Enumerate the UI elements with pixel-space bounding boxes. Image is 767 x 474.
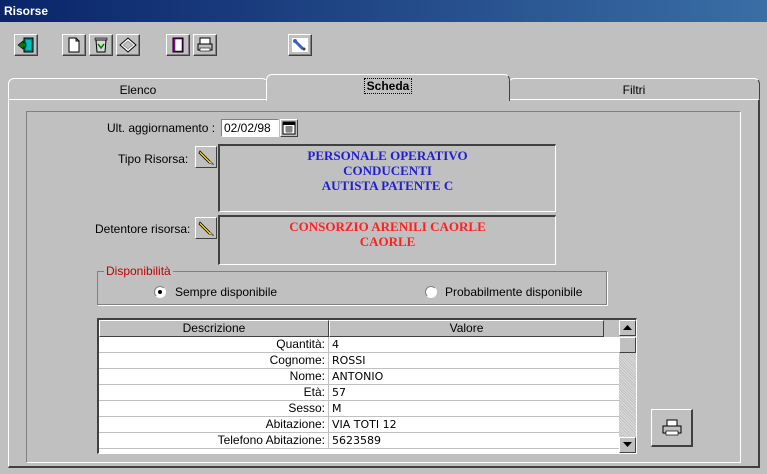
table-row[interactable]: Quantità: 4 [99, 337, 636, 353]
table-row[interactable]: Abitazione: VIA TOTI 12 [99, 417, 636, 433]
exit-button[interactable] [14, 34, 38, 56]
edit-tipo-button[interactable] [195, 146, 217, 168]
table-row[interactable]: Telefono Abitazione: 5623589 [99, 433, 636, 449]
detentore-box: CONSORZIO ARENILI CAORLE CAORLE [218, 215, 556, 265]
tipo-risorsa-label: Tipo Risorsa: [118, 152, 189, 166]
last-update-field[interactable]: 02/02/98 [221, 119, 279, 137]
cell-valore[interactable]: ANTONIO [329, 369, 603, 384]
book-button[interactable] [166, 34, 190, 56]
last-update-label: Ult. aggiornamento : [107, 121, 216, 135]
tools-button[interactable] [288, 34, 312, 56]
sempre-disponibile-label: Sempre disponibile [175, 285, 278, 299]
header-valore[interactable]: Valore [329, 320, 604, 337]
cell-descrizione: Telefono Abitazione: [99, 433, 329, 448]
clear-button[interactable] [116, 34, 140, 56]
calendar-icon [282, 121, 296, 135]
details-grid[interactable]: Descrizione Valore Quantità: 4 Cognome: … [97, 318, 637, 454]
arrow-down-icon [623, 442, 632, 447]
cell-descrizione: Età: [99, 385, 329, 400]
edit-detentore-button[interactable] [195, 217, 217, 239]
cell-descrizione: Quantità: [99, 337, 329, 352]
cell-valore[interactable]: 5623589 [329, 433, 603, 448]
print-details-button[interactable] [651, 409, 693, 447]
cell-valore[interactable]: ROSSI [329, 353, 603, 368]
detentore-line-2: CAORLE [359, 234, 416, 249]
header-descrizione[interactable]: Descrizione [99, 320, 329, 337]
probabilmente-disponibile-label: Probabilmente disponibile [445, 285, 583, 299]
tipo-line-3: AUTISTA PATENTE C [321, 178, 454, 193]
radio-probabilmente-disponibile[interactable] [425, 286, 437, 298]
cell-descrizione: Nome: [99, 369, 329, 384]
grid-vertical-scrollbar[interactable] [619, 320, 636, 453]
table-row[interactable]: Sesso: M [99, 401, 636, 417]
tab-elenco[interactable]: Elenco [8, 78, 268, 100]
availability-group: Disponibilità Sempre disponibile Probabi… [97, 264, 607, 305]
cell-descrizione: Abitazione: [99, 417, 329, 432]
cell-descrizione: Cognome: [99, 353, 329, 368]
exit-door-icon [17, 37, 34, 53]
new-document-icon [68, 37, 80, 53]
tab-scheda-label: Scheda [363, 78, 413, 94]
scroll-thumb[interactable] [619, 337, 636, 353]
radio-sempre-disponibile[interactable] [154, 286, 166, 298]
table-row[interactable]: Nome: ANTONIO [99, 369, 636, 385]
detentore-label: Detentore risorsa: [95, 222, 191, 236]
eraser-icon [119, 37, 137, 53]
print-button[interactable] [193, 34, 217, 56]
table-row[interactable]: Età: 57 [99, 385, 636, 401]
scroll-up-button[interactable] [619, 320, 636, 336]
tab-elenco-label: Elenco [119, 83, 157, 97]
recycle-bin-icon [94, 37, 108, 53]
tipo-line-1: PERSONALE OPERATIVO [307, 148, 468, 163]
calendar-button[interactable] [280, 119, 298, 137]
printer-icon [197, 37, 213, 52]
cell-valore[interactable]: M [329, 401, 603, 416]
availability-legend: Disponibilità [104, 264, 173, 278]
tab-filtri-label: Filtri [622, 83, 646, 97]
tipo-line-2: CONDUCENTI [343, 163, 432, 178]
tools-icon [292, 38, 308, 52]
cell-valore[interactable]: 4 [329, 337, 603, 352]
new-button[interactable] [62, 34, 86, 56]
cell-descrizione: Sesso: [99, 401, 329, 416]
table-row[interactable]: Cognome: ROSSI [99, 353, 636, 369]
book-icon [172, 37, 184, 53]
tab-scheda[interactable]: Scheda [266, 74, 510, 101]
printer-icon [662, 419, 681, 435]
arrow-up-icon [623, 325, 632, 330]
cell-valore[interactable]: VIA TOTI 12 [329, 417, 603, 432]
tipo-risorsa-box: PERSONALE OPERATIVO CONDUCENTI AUTISTA P… [218, 144, 556, 212]
window-title: Risorse [0, 0, 767, 22]
grid-header: Descrizione Valore [99, 320, 636, 337]
cell-valore[interactable]: 57 [329, 385, 603, 400]
pencil-icon [198, 221, 215, 236]
delete-button[interactable] [89, 34, 113, 56]
scroll-down-button[interactable] [619, 437, 636, 453]
pencil-icon [198, 150, 215, 165]
detentore-line-1: CONSORZIO ARENILI CAORLE [289, 219, 486, 234]
tab-filtri[interactable]: Filtri [508, 78, 760, 100]
